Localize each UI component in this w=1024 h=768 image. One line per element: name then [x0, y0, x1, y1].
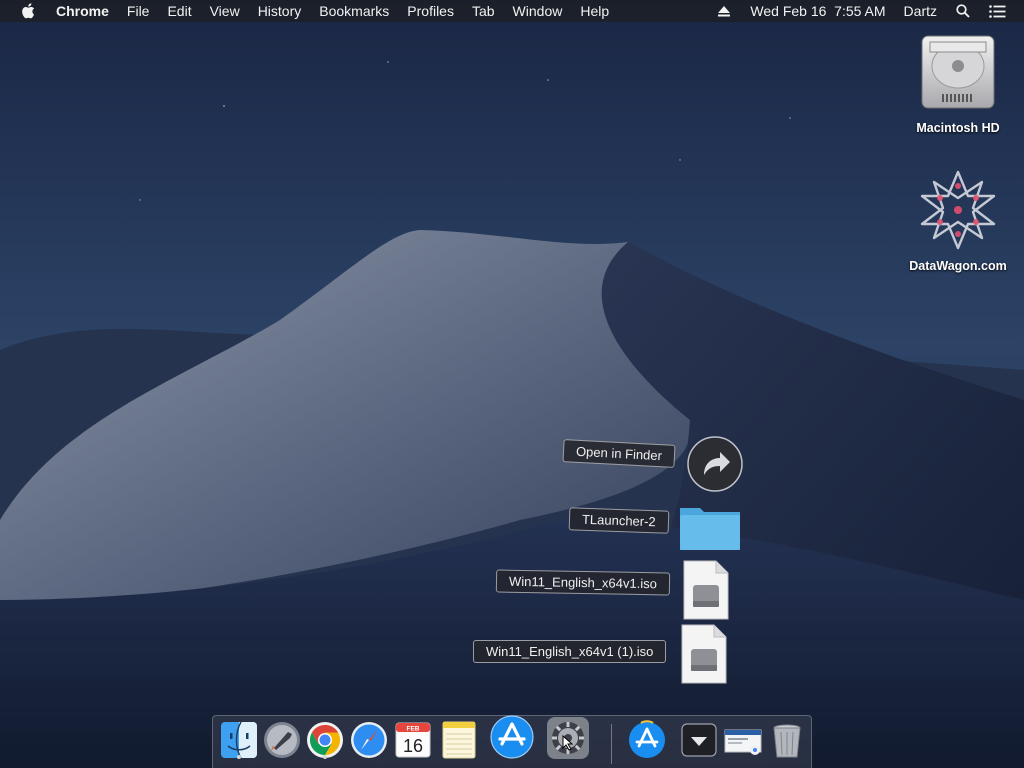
- dock-item-notes[interactable]: [439, 720, 479, 760]
- menu-edit[interactable]: Edit: [158, 0, 200, 22]
- dock: FEB 16: [212, 715, 812, 768]
- menu-bookmarks[interactable]: Bookmarks: [310, 0, 398, 22]
- stack-item-label-win11-iso[interactable]: Win11_English_x64v1.iso: [495, 569, 671, 596]
- dock-item-finder[interactable]: [219, 720, 259, 760]
- dock-item-safari[interactable]: [349, 720, 389, 760]
- menu-history[interactable]: History: [249, 0, 311, 22]
- menu-window[interactable]: Window: [504, 0, 572, 22]
- menu-user[interactable]: Dartz: [895, 0, 946, 22]
- desktop-icon-label: DataWagon.com: [909, 259, 1007, 273]
- dock-item-system-preferences[interactable]: [545, 715, 591, 761]
- calendar-month: FEB: [407, 726, 420, 733]
- desktop-icon-datawagon[interactable]: DataWagon.com: [903, 168, 1013, 273]
- safari-icon: [351, 722, 387, 758]
- dock-item-chrome[interactable]: [305, 720, 345, 760]
- dock-separator: [611, 724, 612, 764]
- dock-item-app-store[interactable]: [489, 714, 535, 760]
- menu-tab[interactable]: Tab: [463, 0, 504, 22]
- desktop-icon-label: Macintosh HD: [916, 121, 1000, 135]
- eject-icon[interactable]: [707, 0, 741, 22]
- gear-icon: [547, 717, 589, 759]
- trash-icon: [773, 724, 801, 758]
- document-preview-icon: [724, 729, 762, 755]
- disk-image-icon[interactable]: [682, 559, 730, 626]
- dock-item-trash[interactable]: [767, 720, 807, 760]
- calendar-day: 16: [403, 736, 423, 756]
- apple-menu-icon[interactable]: [0, 3, 56, 19]
- stack-item-label-win11-iso-copy[interactable]: Win11_English_x64v1 (1).iso: [473, 640, 667, 663]
- chrome-icon: [307, 722, 343, 758]
- running-indicator: [323, 755, 327, 759]
- calendar-icon: FEB 16: [395, 722, 431, 758]
- dock-item-calendar[interactable]: FEB 16: [393, 720, 433, 760]
- menu-profiles[interactable]: Profiles: [398, 0, 463, 22]
- menu-view[interactable]: View: [201, 0, 249, 22]
- hard-drive-icon: [921, 35, 995, 109]
- desktop-icon-macintosh-hd[interactable]: Macintosh HD: [903, 30, 1013, 135]
- app-store-icon: [490, 715, 534, 759]
- dock-item-downloads-stack[interactable]: [679, 720, 719, 760]
- dock-item-recent-document[interactable]: [723, 720, 763, 760]
- spotlight-search-icon[interactable]: [946, 0, 980, 22]
- finder-icon: [221, 721, 257, 759]
- stack-item-label-tlauncher[interactable]: TLauncher-2: [568, 507, 670, 534]
- menu-help[interactable]: Help: [571, 0, 618, 22]
- menu-bar: Chrome File Edit View History Bookmarks …: [0, 0, 1024, 22]
- disk-image-icon[interactable]: [680, 623, 728, 690]
- running-indicator: [237, 755, 241, 759]
- launchpad-icon: [264, 722, 300, 758]
- menu-app-name[interactable]: Chrome: [56, 0, 118, 22]
- dock-item-app-store-download[interactable]: [627, 720, 667, 760]
- menu-clock[interactable]: Wed Feb 16 7:55 AM: [741, 0, 894, 22]
- downloads-stack-icon: [681, 723, 717, 757]
- open-in-finder-arrow-icon[interactable]: [686, 435, 744, 498]
- notes-icon: [442, 721, 476, 759]
- notification-center-icon[interactable]: [980, 0, 1014, 22]
- dock-item-launchpad[interactable]: [262, 720, 302, 760]
- menu-file[interactable]: File: [118, 0, 159, 22]
- datawagon-logo-icon: [920, 170, 996, 250]
- folder-icon[interactable]: [678, 502, 742, 557]
- app-store-icon: [629, 720, 665, 758]
